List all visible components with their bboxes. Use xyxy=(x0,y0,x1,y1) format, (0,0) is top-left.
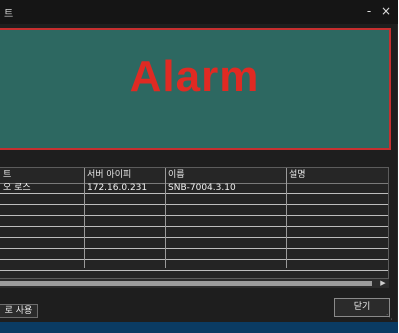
title-bar[interactable]: 트 - × xyxy=(0,0,398,24)
table-row[interactable] xyxy=(0,194,388,205)
column-header-server-ip[interactable]: 서버 아이피 xyxy=(84,168,165,183)
cell-description xyxy=(286,183,388,194)
column-divider xyxy=(286,168,287,268)
column-header-description[interactable]: 설명 xyxy=(286,168,388,183)
alarm-table: 트 서버 아이피 이름 설명 오 로스 172.16.0.231 SNB-700… xyxy=(0,167,389,279)
column-divider xyxy=(84,168,85,268)
screenshot-frame: 트 - × Alarm 트 서버 아이피 이름 설명 오 로스 172.16.0… xyxy=(0,0,399,333)
cell-source: 오 로스 xyxy=(3,183,31,193)
table-row[interactable] xyxy=(0,205,388,216)
scroll-thumb[interactable] xyxy=(0,281,372,286)
cell-name: SNB-7004.3.10 xyxy=(168,183,236,193)
alarm-window: 트 - × Alarm 트 서버 아이피 이름 설명 오 로스 172.16.0… xyxy=(0,0,398,322)
window-title: 트 xyxy=(4,9,14,20)
close-window-button[interactable]: × xyxy=(379,3,393,19)
chevron-right-icon[interactable]: ▶ xyxy=(379,279,387,288)
column-header-source[interactable]: 트 xyxy=(0,168,84,183)
minimize-button[interactable]: - xyxy=(362,3,376,19)
table-row[interactable] xyxy=(0,216,388,227)
table-header: 트 서버 아이피 이름 설명 xyxy=(0,168,388,184)
cell-server-ip: 172.16.0.231 xyxy=(87,183,148,193)
horizontal-scrollbar[interactable]: ▶ xyxy=(0,279,389,288)
table-row[interactable] xyxy=(0,260,388,271)
alarm-text: Alarm xyxy=(129,52,260,101)
table-row[interactable] xyxy=(0,238,388,249)
column-divider xyxy=(165,168,166,268)
background-strip xyxy=(0,322,398,333)
left-action-button[interactable]: 로 사용 xyxy=(0,304,38,318)
table-row[interactable]: 오 로스 172.16.0.231 SNB-7004.3.10 xyxy=(0,183,388,194)
column-header-name[interactable]: 이름 xyxy=(165,168,286,183)
close-button[interactable]: 닫기 xyxy=(334,298,390,317)
table-row[interactable] xyxy=(0,249,388,260)
alarm-panel: Alarm xyxy=(0,28,391,150)
table-row[interactable] xyxy=(0,227,388,238)
resize-grip-icon[interactable]: ⋱ xyxy=(386,313,393,321)
